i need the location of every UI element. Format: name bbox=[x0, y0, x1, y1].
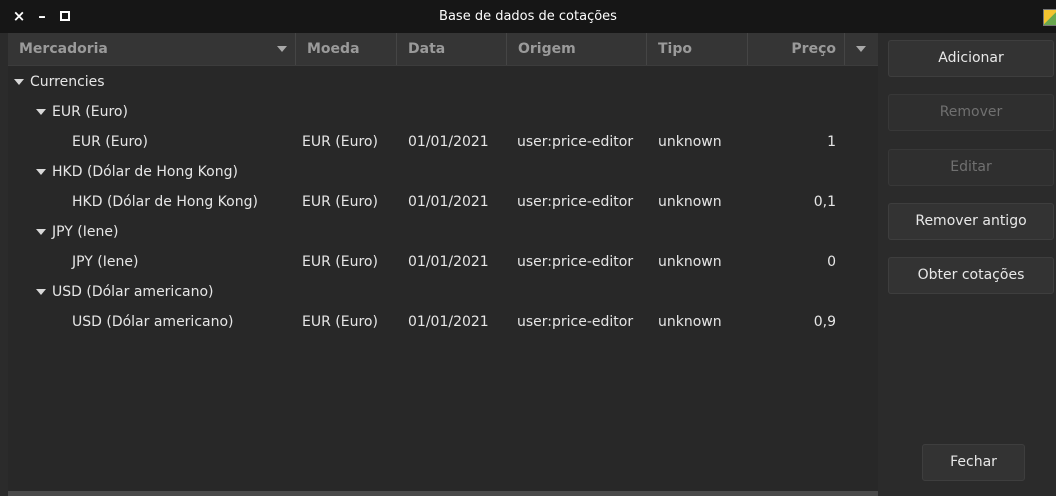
group-label: JPY (Iene) bbox=[52, 224, 119, 240]
table-row[interactable]: EUR (Euro) EUR (Euro) 01/01/2021 user:pr… bbox=[8, 127, 878, 157]
get-quotes-button[interactable]: Obter cotações bbox=[888, 257, 1054, 294]
cell-origem: user:price-editor bbox=[517, 254, 634, 270]
sort-arrow-icon bbox=[277, 46, 287, 52]
column-chooser-button[interactable] bbox=[845, 33, 878, 65]
cell-mercadoria: EUR (Euro) bbox=[72, 134, 148, 150]
cell-mercadoria: HKD (Dólar de Hong Kong) bbox=[72, 194, 258, 210]
tree-root-label: Currencies bbox=[30, 74, 105, 90]
cell-preco: 1 bbox=[827, 134, 836, 150]
tree-row-group[interactable]: EUR (Euro) bbox=[8, 97, 878, 127]
tree-row-group[interactable]: USD (Dólar americano) bbox=[8, 277, 878, 307]
tree-row-group[interactable]: JPY (Iene) bbox=[8, 217, 878, 247]
cell-preco: 0,9 bbox=[813, 314, 836, 330]
cell-tipo: unknown bbox=[658, 194, 722, 210]
table-row[interactable]: USD (Dólar americano) EUR (Euro) 01/01/2… bbox=[8, 307, 878, 337]
cell-data: 01/01/2021 bbox=[408, 314, 489, 330]
cell-moeda: EUR (Euro) bbox=[302, 134, 378, 150]
column-header-moeda[interactable]: Moeda bbox=[296, 33, 397, 65]
cell-mercadoria: USD (Dólar americano) bbox=[72, 314, 234, 330]
price-tree-view[interactable]: Mercadoria Moeda Data Origem Tipo Preço … bbox=[8, 33, 878, 496]
expand-arrow-icon[interactable] bbox=[36, 289, 46, 295]
column-header-preco[interactable]: Preço bbox=[748, 33, 845, 65]
column-header-tipo[interactable]: Tipo bbox=[647, 33, 748, 65]
cell-data: 01/01/2021 bbox=[408, 254, 489, 270]
group-label: USD (Dólar americano) bbox=[52, 284, 214, 300]
close-icon[interactable]: × bbox=[10, 6, 28, 26]
column-header-origem[interactable]: Origem bbox=[507, 33, 647, 65]
column-header-data[interactable]: Data bbox=[397, 33, 507, 65]
table-header: Mercadoria Moeda Data Origem Tipo Preço bbox=[8, 33, 878, 66]
chevron-down-icon bbox=[856, 46, 866, 52]
close-button[interactable]: Fechar bbox=[922, 444, 1025, 481]
cell-moeda: EUR (Euro) bbox=[302, 194, 378, 210]
group-label: EUR (Euro) bbox=[52, 104, 128, 120]
cell-origem: user:price-editor bbox=[517, 194, 634, 210]
group-label: HKD (Dólar de Hong Kong) bbox=[52, 164, 238, 180]
cell-preco: 0 bbox=[827, 254, 836, 270]
tree-row-root[interactable]: Currencies bbox=[8, 67, 878, 97]
maximize-icon[interactable] bbox=[56, 6, 74, 26]
table-row[interactable]: JPY (Iene) EUR (Euro) 01/01/2021 user:pr… bbox=[8, 247, 878, 277]
remove-button[interactable]: Remover bbox=[888, 94, 1054, 131]
title-bar: Base de dados de cotações × – bbox=[0, 0, 1056, 33]
edit-button[interactable]: Editar bbox=[888, 149, 1054, 186]
cell-origem: user:price-editor bbox=[517, 314, 634, 330]
price-database-window: Base de dados de cotações × – Mercadoria… bbox=[0, 0, 1056, 496]
cell-mercadoria: JPY (Iene) bbox=[72, 254, 139, 270]
cell-preco: 0,1 bbox=[813, 194, 836, 210]
cell-tipo: unknown bbox=[658, 314, 722, 330]
cell-moeda: EUR (Euro) bbox=[302, 254, 378, 270]
cell-moeda: EUR (Euro) bbox=[302, 314, 378, 330]
expand-arrow-icon[interactable] bbox=[36, 229, 46, 235]
add-button[interactable]: Adicionar bbox=[888, 40, 1054, 77]
tree-row-group[interactable]: HKD (Dólar de Hong Kong) bbox=[8, 157, 878, 187]
column-header-mercadoria[interactable]: Mercadoria bbox=[8, 33, 296, 65]
cell-origem: user:price-editor bbox=[517, 134, 634, 150]
expand-arrow-icon[interactable] bbox=[14, 79, 24, 85]
table-row[interactable]: HKD (Dólar de Hong Kong) EUR (Euro) 01/0… bbox=[8, 187, 878, 217]
window-title: Base de dados de cotações bbox=[439, 9, 617, 24]
cell-tipo: unknown bbox=[658, 134, 722, 150]
column-header-label: Mercadoria bbox=[19, 41, 108, 57]
remove-old-button[interactable]: Remover antigo bbox=[888, 203, 1054, 240]
cell-tipo: unknown bbox=[658, 254, 722, 270]
cell-data: 01/01/2021 bbox=[408, 194, 489, 210]
expand-arrow-icon[interactable] bbox=[36, 169, 46, 175]
cell-data: 01/01/2021 bbox=[408, 134, 489, 150]
app-icon bbox=[1043, 9, 1056, 26]
horizontal-scrollbar[interactable] bbox=[8, 491, 878, 496]
expand-arrow-icon[interactable] bbox=[36, 109, 46, 115]
minimize-icon[interactable]: – bbox=[33, 6, 51, 26]
